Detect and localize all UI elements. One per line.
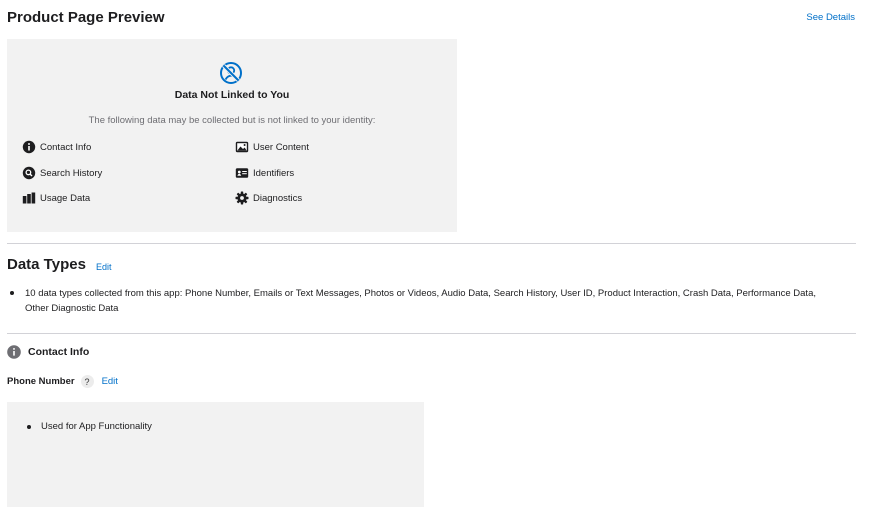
purpose-item: Used for App Functionality [27, 421, 152, 432]
contact-info-heading: Contact Info [7, 345, 89, 359]
contact-info-label: Contact Info [28, 346, 90, 358]
category-search-history: Search History [22, 166, 102, 180]
data-types-summary: 10 data types collected from this app: P… [10, 286, 830, 316]
see-details-link[interactable]: See Details [806, 12, 855, 23]
category-label: Identifiers [253, 167, 295, 179]
section-divider [7, 243, 856, 244]
purpose-label: Used for App Functionality [41, 421, 152, 432]
category-usage-data: Usage Data [22, 191, 90, 205]
phone-number-label: Phone Number [7, 376, 75, 387]
info-icon [22, 140, 36, 154]
category-identifiers: Identifiers [235, 166, 294, 180]
category-diagnostics: Diagnostics [235, 191, 302, 205]
privacy-preview-card: Data Not Linked to You The following dat… [7, 39, 457, 232]
not-linked-icon [220, 62, 242, 84]
bar-chart-icon [22, 192, 36, 204]
search-icon [22, 166, 36, 180]
phone-number-purposes-box: Used for App Functionality [7, 402, 424, 507]
product-page-preview-title: Product Page Preview [7, 9, 165, 26]
help-button[interactable]: ? [80, 375, 94, 388]
id-card-icon [235, 168, 249, 178]
data-types-edit-link[interactable]: Edit [96, 262, 112, 272]
category-label: Usage Data [40, 192, 91, 204]
category-label: Diagnostics [253, 192, 303, 204]
bullet [27, 424, 31, 429]
gear-icon [235, 191, 249, 205]
category-label: User Content [253, 141, 309, 153]
phone-number-edit-link[interactable]: Edit [102, 376, 118, 387]
category-label: Search History [40, 167, 103, 179]
card-heading: Data Not Linked to You [174, 89, 290, 101]
app-privacy-page: Product Page Preview See Details Data No… [0, 0, 876, 518]
info-icon [7, 345, 21, 359]
photo-icon [235, 141, 249, 153]
category-user-content: User Content [235, 140, 309, 154]
data-types-summary-text: 10 data types collected from this app: P… [25, 288, 816, 314]
section-divider [7, 333, 856, 334]
data-types-title: Data Types [7, 256, 86, 273]
category-label: Contact Info [40, 141, 92, 153]
phone-number-row: Phone Number ? Edit [7, 375, 118, 388]
bullet [10, 291, 14, 295]
card-subtext: The following data may be collected but … [88, 115, 376, 126]
category-contact-info: Contact Info [22, 140, 91, 154]
